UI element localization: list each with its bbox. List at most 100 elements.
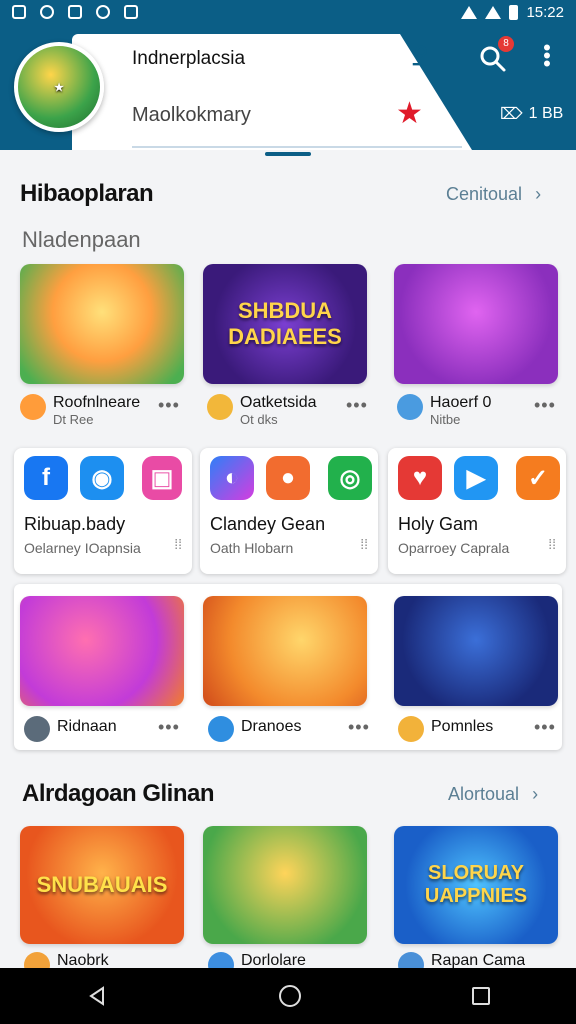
game-name: Haoerf 0 — [430, 394, 492, 411]
game-meta: Pomnles — [398, 716, 493, 756]
app-icon: ▣ — [142, 456, 182, 500]
app-logo[interactable]: ★ — [14, 42, 104, 132]
game-name: Dranoes — [241, 718, 302, 735]
chevron-right-icon: › — [535, 184, 542, 204]
header-title: Indnerplacsia — [132, 48, 246, 69]
tag-button[interactable]: ⌦ 1 BB — [500, 104, 563, 124]
chevron-right-icon: › — [532, 784, 539, 804]
notification-icon — [40, 5, 54, 19]
notification-icon — [12, 5, 26, 19]
section-more-link[interactable]: Cenitoual › — [446, 184, 541, 205]
section-subtitle: Nladenpaan — [22, 227, 141, 252]
game-banner-text: SHBDUA DADIAEES — [228, 298, 342, 349]
game-meta: Haoerf 0 Nitbe — [397, 394, 491, 434]
status-time: 15:22 — [526, 3, 564, 21]
status-bar: 15:22 — [0, 0, 576, 24]
notification-icon — [68, 5, 82, 19]
game-avatar — [207, 394, 233, 420]
game-tile[interactable] — [20, 596, 184, 706]
game-meta: Dorlolare — [208, 952, 306, 968]
bird-icon: ✓ — [516, 456, 560, 500]
wifi-icon — [461, 5, 478, 19]
game-meta: Naobrk — [24, 952, 109, 968]
game-name: Naobrk — [57, 952, 109, 968]
more-icon[interactable]: ••• — [158, 395, 180, 416]
section-more-label: Alortoual — [448, 784, 520, 804]
app-card[interactable]: ◐ ● ◎ Clandey Gean Oath Hlobarn ⁞⁞ — [200, 448, 378, 574]
game-name: Roofnlneare — [53, 394, 141, 411]
game-banner-text: SNUBAUAIS — [36, 872, 168, 897]
pet-app-icon: ● — [266, 456, 310, 500]
section-title: Hibaoplaran — [20, 180, 154, 207]
notification-badge: 8 — [498, 36, 514, 52]
more-icon[interactable]: ••• — [348, 717, 370, 738]
section-more-link[interactable]: Alortoual › — [448, 784, 538, 805]
drag-handle-icon[interactable]: ⁞⁞ — [548, 537, 556, 551]
card-title: Holy Gam — [398, 514, 479, 534]
game-tile[interactable]: SLORUAY UAPPNIES — [394, 826, 558, 944]
game-banner-text: SLORUAY UAPPNIES — [424, 862, 528, 907]
app-card[interactable]: f ◉ ▣ Ribuap.bady Oelarney IOapnsia ⁞⁞ — [14, 448, 192, 574]
recent-apps-icon[interactable] — [472, 987, 491, 1005]
game-avatar — [24, 716, 50, 742]
more-options-icon[interactable]: • • • — [540, 37, 554, 75]
game-avatar — [208, 716, 234, 742]
tag-label: 1 BB — [528, 105, 564, 122]
card-subtitle: Oath Hlobarn — [210, 540, 294, 556]
header-subtitle[interactable]: Maolkokmary — [132, 104, 251, 127]
header-underline — [132, 146, 462, 148]
more-icon[interactable]: ••• — [158, 717, 180, 738]
game-meta: Oatketsida Ot dks — [207, 394, 316, 434]
notification-icon — [96, 5, 110, 19]
signal-icon — [485, 5, 502, 19]
game-name: Rapan Cama — [431, 952, 526, 968]
heart-icon: ♥ — [398, 456, 442, 500]
battery-icon — [509, 4, 519, 20]
game-meta: Ridnaan — [24, 716, 117, 756]
game-avatar — [398, 716, 424, 742]
card-subtitle: Oelarney IOapnsia — [24, 540, 141, 556]
game-avatar — [208, 952, 234, 968]
card-subtitle: Oparroey Caprala — [398, 540, 510, 556]
game-tile[interactable] — [394, 264, 558, 384]
app-card[interactable]: ♥ ▶ ✓ Holy Gam Oparroey Caprala ⁞⁞ — [388, 448, 566, 574]
drag-handle-icon[interactable]: ⁞⁞ — [174, 537, 182, 551]
section-more-label: Cenitoual — [446, 184, 523, 204]
tag-icon: ⌦ — [500, 106, 523, 123]
game-sub: Dt Ree — [53, 412, 94, 427]
star-icon[interactable]: ★ — [396, 96, 423, 131]
messenger-icon: ◐ — [210, 456, 254, 500]
game-meta: Roofnlneare Dt Ree — [20, 394, 140, 434]
game-tile[interactable] — [203, 826, 367, 944]
section-title: Alrdagoan Glinan — [22, 780, 215, 807]
user-icon[interactable] — [410, 44, 432, 66]
drag-handle-icon[interactable]: ⁞⁞ — [360, 537, 368, 551]
game-tile[interactable]: SNUBAUAIS — [20, 826, 184, 944]
game-meta: Dranoes — [208, 716, 301, 756]
game-meta: Rapan Cama — [398, 952, 525, 968]
gamepad-icon: ◉ — [80, 456, 124, 500]
game-avatar — [397, 394, 423, 420]
game-name: Pomnles — [431, 718, 494, 735]
game-tile[interactable] — [203, 596, 367, 706]
game-tile[interactable]: SHBDUA DADIAEES — [203, 264, 367, 384]
facebook-icon: f — [24, 456, 68, 500]
notification-icon — [124, 5, 138, 19]
active-tab-indicator — [265, 152, 311, 156]
more-icon[interactable]: ••• — [534, 395, 556, 416]
system-nav-bar — [0, 968, 576, 1024]
card-title: Clandey Gean — [210, 514, 326, 534]
game-sub: Ot dks — [240, 412, 278, 427]
home-icon[interactable] — [278, 985, 301, 1007]
more-icon[interactable]: ••• — [534, 717, 556, 738]
game-tile[interactable] — [20, 264, 184, 384]
game-tile[interactable] — [394, 596, 558, 706]
play-icon: ▶ — [454, 456, 498, 500]
game-sub: Nitbe — [430, 412, 461, 427]
game-name: Dorlolare — [241, 952, 306, 968]
game-avatar — [398, 952, 424, 968]
game-avatar — [24, 952, 50, 968]
more-icon[interactable]: ••• — [346, 395, 368, 416]
back-icon[interactable] — [86, 985, 108, 1007]
green-app-icon: ◎ — [328, 456, 372, 500]
